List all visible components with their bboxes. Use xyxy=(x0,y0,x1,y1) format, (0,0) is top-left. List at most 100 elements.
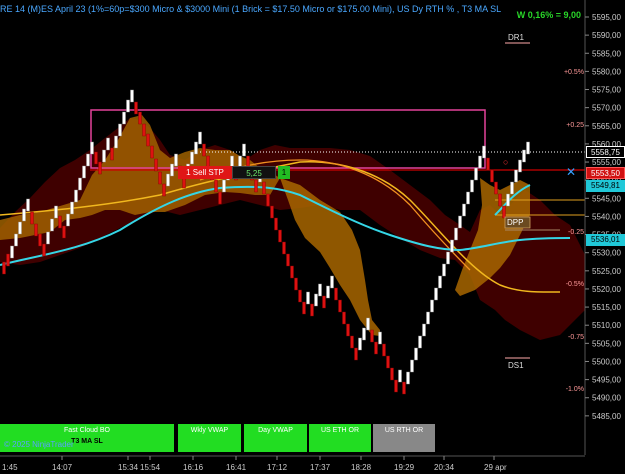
up-brick xyxy=(74,189,78,203)
up-brick xyxy=(414,347,418,361)
up-brick xyxy=(10,245,14,259)
us-rth-or-label: US RTH OR xyxy=(384,427,424,434)
us-eth-or-button[interactable]: US ETH OR xyxy=(309,424,371,452)
up-brick xyxy=(314,293,318,307)
up-brick xyxy=(514,169,518,183)
down-brick xyxy=(354,347,358,361)
x-tick-label: 17:37 xyxy=(310,463,331,472)
down-brick xyxy=(38,233,42,247)
x-tick-label: 1:45 xyxy=(2,463,18,472)
percent-label: -0.5% xyxy=(566,281,584,288)
down-brick xyxy=(146,133,150,147)
percent-label: +0.25 xyxy=(566,122,584,129)
up-brick xyxy=(22,208,26,222)
ds1-label: DS1 xyxy=(508,361,524,370)
us-rth-or-button[interactable]: US RTH OR xyxy=(373,424,435,452)
down-brick xyxy=(338,299,342,313)
day-vwap-button[interactable]: Day VWAP xyxy=(244,424,307,452)
slow-ma-price-tag: 5536,01 xyxy=(586,234,625,246)
up-brick xyxy=(50,218,54,232)
down-brick xyxy=(286,253,290,267)
up-brick xyxy=(318,283,322,297)
y-tick-label: 5490,00 xyxy=(592,394,621,403)
down-brick xyxy=(134,101,138,115)
down-brick xyxy=(310,303,314,317)
y-tick-label: 5530,00 xyxy=(592,249,621,258)
up-brick xyxy=(422,323,426,337)
percent-label: -0.25 xyxy=(568,229,584,236)
down-brick xyxy=(266,193,270,207)
down-brick xyxy=(498,193,502,207)
y-tick-label: 5540,00 xyxy=(592,212,621,221)
up-brick xyxy=(306,291,310,305)
down-brick xyxy=(34,223,38,237)
y-tick-label: 5505,00 xyxy=(592,339,621,348)
x-tick-label: 16:41 xyxy=(226,463,247,472)
y-tick-label: 5570,00 xyxy=(592,104,621,113)
up-brick xyxy=(198,131,202,145)
up-brick xyxy=(222,179,226,193)
up-brick xyxy=(86,153,90,167)
order-price-field[interactable]: 5,25 xyxy=(232,166,276,179)
up-brick xyxy=(82,165,86,179)
up-brick xyxy=(526,141,530,155)
down-brick xyxy=(278,229,282,243)
up-brick xyxy=(446,251,450,265)
down-brick xyxy=(202,143,206,157)
down-brick xyxy=(42,243,46,257)
down-brick xyxy=(294,277,298,291)
pnl-display: W 0,16% = 9,00 xyxy=(516,10,581,20)
down-brick xyxy=(262,181,266,195)
chart-title: RE 14 (M)ES April 23 (1%=60p=$300 Micro … xyxy=(0,4,502,14)
x-tick-label: 14:07 xyxy=(52,463,73,472)
up-brick xyxy=(14,233,18,247)
down-brick xyxy=(502,205,506,219)
up-brick xyxy=(90,141,94,155)
x-tick-label: 19:29 xyxy=(394,463,415,472)
up-brick xyxy=(126,99,130,113)
down-brick xyxy=(142,123,146,137)
up-brick xyxy=(66,213,70,227)
y-tick-label: 5580,00 xyxy=(592,67,621,76)
up-brick xyxy=(26,198,30,212)
up-brick xyxy=(118,123,122,137)
up-brick xyxy=(46,231,50,245)
up-brick xyxy=(174,153,178,167)
order-qty-field[interactable]: 1 xyxy=(278,166,290,179)
up-brick xyxy=(430,299,434,313)
up-brick xyxy=(438,275,442,289)
down-brick xyxy=(6,253,10,267)
down-brick xyxy=(290,265,294,279)
down-brick xyxy=(390,367,394,381)
sell-stop-price-tag: 5553,50 xyxy=(586,167,625,179)
up-brick xyxy=(378,331,382,345)
y-tick-label: 5555,00 xyxy=(592,158,621,167)
wkly-vwap-label: Wkly VWAP xyxy=(190,427,229,434)
down-brick xyxy=(162,183,166,197)
down-brick xyxy=(58,215,62,229)
up-brick xyxy=(54,205,58,219)
y-axis: 5595,00 5590,00 5585,00 5580,00 5575,00 5570,… xyxy=(584,0,621,455)
price-chart[interactable]: ○ ✕ 5595,005590,005585,005580,005575,005… xyxy=(0,0,625,474)
svg-text:○: ○ xyxy=(503,157,508,167)
down-brick xyxy=(370,329,374,343)
down-brick xyxy=(274,217,278,231)
up-brick xyxy=(194,141,198,155)
up-brick xyxy=(470,179,474,193)
up-brick xyxy=(442,263,446,277)
down-brick xyxy=(382,343,386,357)
ichimoku-cloud xyxy=(0,115,585,340)
last-price-tag: 5558,75 xyxy=(586,146,625,158)
wkly-vwap-button[interactable]: Wkly VWAP xyxy=(178,424,241,452)
up-brick xyxy=(518,159,522,173)
up-brick xyxy=(522,149,526,163)
up-brick xyxy=(366,317,370,331)
up-brick xyxy=(166,173,170,187)
sell-stop-order-button[interactable]: 1 Sell STP xyxy=(178,166,232,179)
down-brick xyxy=(342,311,346,325)
down-brick xyxy=(110,147,114,161)
y-tick-label: 5595,00 xyxy=(592,13,621,22)
down-brick xyxy=(2,261,6,275)
x-tick-label: 20:34 xyxy=(434,463,455,472)
up-brick xyxy=(114,135,118,149)
